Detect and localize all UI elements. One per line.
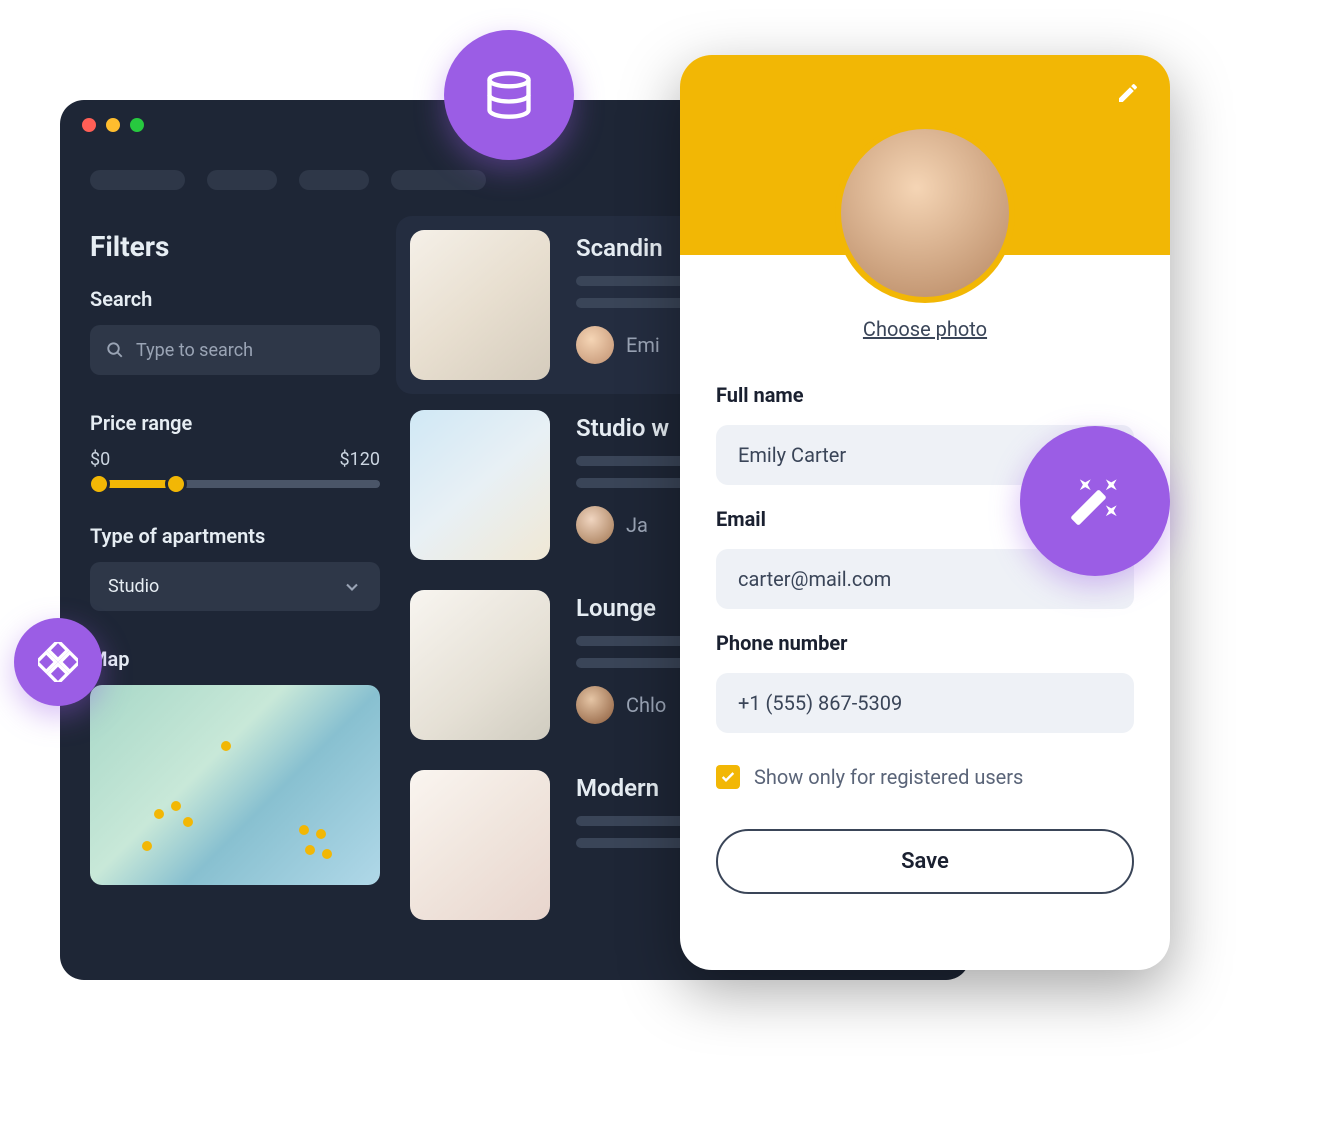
map-preview[interactable]: [90, 685, 380, 885]
owner-name: Chlo: [626, 693, 666, 717]
check-icon: [720, 769, 736, 785]
search-box[interactable]: [90, 325, 380, 375]
search-label: Search: [90, 287, 380, 311]
database-icon: [483, 69, 535, 121]
map-label: Map: [90, 647, 380, 671]
visibility-label: Show only for registered users: [754, 765, 1023, 789]
profile-header: [680, 55, 1170, 255]
profile-form: Full name Email Phone number Show only f…: [680, 341, 1170, 894]
phone-input[interactable]: [716, 673, 1134, 733]
price-max: $120: [340, 449, 380, 470]
magic-wand-icon: [1069, 475, 1121, 527]
dropdown-value: Studio: [108, 576, 159, 597]
search-icon: [106, 339, 124, 361]
minimize-dot[interactable]: [106, 118, 120, 132]
chevron-down-icon: [342, 577, 362, 597]
choose-photo-link[interactable]: Choose photo: [680, 317, 1170, 341]
type-dropdown[interactable]: Studio: [90, 562, 380, 611]
profile-avatar: [835, 123, 1015, 303]
price-range-label: Price range: [90, 411, 380, 435]
listing-thumbnail: [410, 230, 550, 380]
search-input[interactable]: [136, 340, 364, 361]
owner-name: Emi: [626, 333, 660, 357]
save-button[interactable]: Save: [716, 829, 1134, 894]
database-bubble[interactable]: [444, 30, 574, 160]
listing-thumbnail: [410, 410, 550, 560]
owner-name: Ja: [626, 513, 648, 537]
price-min: $0: [90, 449, 110, 470]
visibility-checkbox-row[interactable]: Show only for registered users: [716, 765, 1134, 789]
tab-pill[interactable]: [299, 170, 369, 190]
tab-pill[interactable]: [207, 170, 277, 190]
filters-heading: Filters: [90, 230, 380, 263]
tab-pill[interactable]: [391, 170, 486, 190]
full-name-label: Full name: [716, 383, 1134, 407]
slider-thumb-min[interactable]: [88, 473, 110, 495]
listing-thumbnail: [410, 590, 550, 740]
close-dot[interactable]: [82, 118, 96, 132]
tab-pill[interactable]: [90, 170, 185, 190]
edit-icon[interactable]: [1116, 81, 1140, 105]
listing-thumbnail: [410, 770, 550, 920]
price-slider[interactable]: [90, 480, 380, 488]
phone-label: Phone number: [716, 631, 1134, 655]
owner-avatar: [576, 326, 614, 364]
type-label: Type of apartments: [90, 524, 380, 548]
owner-avatar: [576, 686, 614, 724]
grid-icon: [38, 642, 78, 682]
grid-bubble[interactable]: [14, 618, 102, 706]
slider-thumb-max[interactable]: [165, 473, 187, 495]
visibility-checkbox[interactable]: [716, 765, 740, 789]
owner-avatar: [576, 506, 614, 544]
filters-sidebar: Filters Search Price range $0 $120 Type …: [90, 230, 380, 920]
magic-wand-bubble[interactable]: [1020, 426, 1170, 576]
price-range-values: $0 $120: [90, 449, 380, 470]
maximize-dot[interactable]: [130, 118, 144, 132]
